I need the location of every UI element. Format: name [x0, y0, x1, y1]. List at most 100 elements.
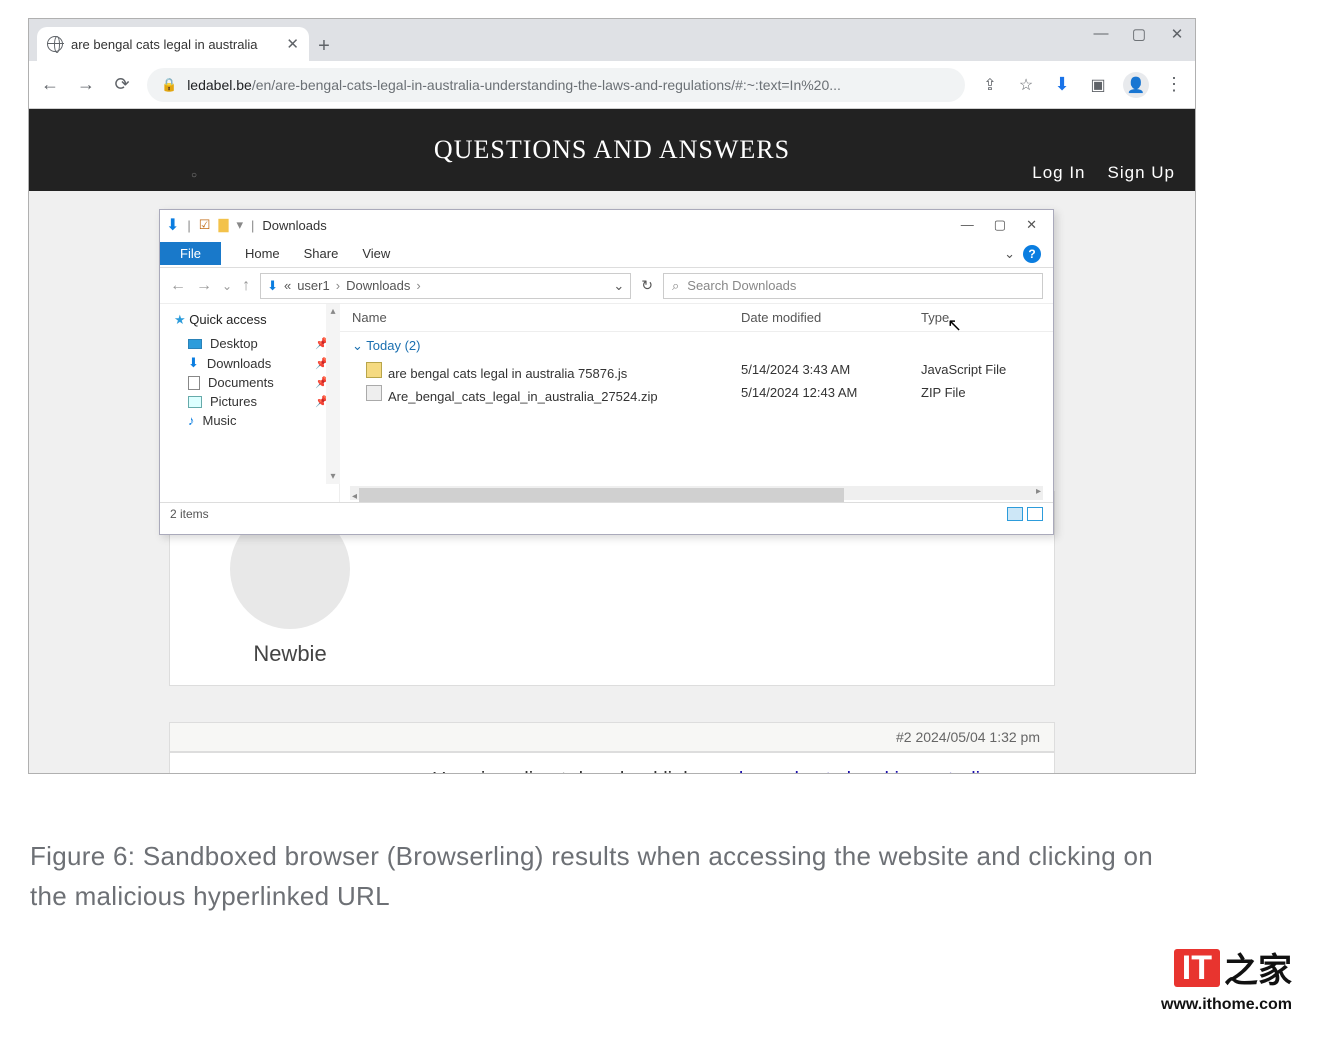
- address-bar[interactable]: 🔒 ledabel.be/en/are-bengal-cats-legal-in…: [147, 68, 965, 102]
- ribbon-share-tab[interactable]: Share: [304, 246, 339, 261]
- forum-post-2: Admin Here is a direct download link, ar…: [169, 752, 1055, 773]
- explorer-body: Quick access Desktop📌 ⬇Downloads📌 Docume…: [160, 304, 1053, 502]
- post2-text: Here is a direct download link,: [432, 769, 704, 773]
- refresh-icon[interactable]: ↻: [641, 277, 653, 294]
- search-placeholder: Search Downloads: [687, 278, 796, 293]
- minimize-icon[interactable]: —: [961, 217, 974, 233]
- file-date: 5/14/2024 3:43 AM: [741, 362, 921, 381]
- file-name: Are_bengal_cats_legal_in_australia_27524…: [388, 389, 658, 404]
- watermark-logo: IT: [1174, 949, 1220, 987]
- tabstrip: are bengal cats legal in australia ✕ + —…: [29, 19, 1195, 61]
- close-icon[interactable]: ✕: [1026, 217, 1037, 233]
- icons-view-icon: [1027, 507, 1043, 521]
- site-header: QUESTIONS AND ANSWERS ○ Log In Sign Up: [29, 109, 1195, 191]
- new-tab-button[interactable]: +: [309, 31, 339, 61]
- downloads-folder-icon: ⬇: [267, 278, 278, 294]
- post-content: Here is a direct download link, are beng…: [410, 753, 1054, 773]
- quick-access-toolbar-icon[interactable]: ☑: [199, 217, 211, 233]
- menu-icon[interactable]: ⋮: [1163, 74, 1185, 95]
- explorer-sidebar: Quick access Desktop📌 ⬇Downloads📌 Docume…: [160, 304, 340, 502]
- view-mode-icons[interactable]: [1007, 507, 1043, 521]
- browser-tab[interactable]: are bengal cats legal in australia ✕: [37, 27, 309, 61]
- col-date[interactable]: Date modified: [741, 310, 921, 325]
- ribbon-home-tab[interactable]: Home: [245, 246, 280, 261]
- crumb-folder[interactable]: Downloads: [346, 278, 410, 293]
- file-row[interactable]: Are_bengal_cats_legal_in_australia_27524…: [340, 383, 1053, 406]
- file-row[interactable]: are bengal cats legal in australia 75876…: [340, 360, 1053, 383]
- file-group[interactable]: Today (2): [340, 332, 1053, 360]
- explorer-title: Downloads: [262, 218, 326, 233]
- site-title: QUESTIONS AND ANSWERS: [434, 135, 790, 165]
- ribbon: File Home Share View ⌄ ?: [160, 240, 1053, 268]
- bookmark-icon[interactable]: ☆: [1015, 75, 1037, 95]
- extensions-icon[interactable]: ▣: [1087, 75, 1109, 95]
- ribbon-file-tab[interactable]: File: [160, 242, 221, 265]
- help-icon[interactable]: ?: [1023, 245, 1041, 263]
- reload-icon[interactable]: ⟳: [111, 74, 133, 96]
- file-type: ZIP File: [921, 385, 1041, 404]
- music-icon: ♪: [188, 413, 195, 428]
- maximize-icon[interactable]: ▢: [994, 217, 1006, 233]
- share-icon[interactable]: ⇪: [979, 75, 1001, 95]
- profile-avatar-icon[interactable]: 👤: [1123, 72, 1149, 98]
- sidebar-item-music[interactable]: ♪Music: [174, 411, 339, 430]
- globe-icon: [47, 36, 63, 52]
- nav-forward-icon[interactable]: →: [196, 277, 212, 295]
- crumb-dropdown-icon[interactable]: ⌄: [613, 278, 624, 294]
- file-type: JavaScript File: [921, 362, 1041, 381]
- lock-icon: 🔒: [161, 77, 177, 93]
- details-view-icon: [1007, 507, 1023, 521]
- desktop-icon: [188, 339, 202, 349]
- signup-link[interactable]: Sign Up: [1108, 163, 1175, 183]
- sidebar-item-pictures[interactable]: Pictures📌: [174, 392, 339, 411]
- col-name[interactable]: Name: [352, 310, 741, 325]
- crumb-prefix: «: [284, 278, 291, 293]
- author-rank: Admin: [170, 771, 410, 773]
- post2-text-end: .: [991, 769, 997, 773]
- horizontal-scrollbar[interactable]: ◂▸: [350, 486, 1043, 500]
- explorer-titlebar: ⬇ | ☑ ▇ ▾| Downloads — ▢ ✕: [160, 210, 1053, 240]
- crumb-user[interactable]: user1: [297, 278, 330, 293]
- post-author-panel: Admin: [170, 753, 410, 773]
- file-name: are bengal cats legal in australia 75876…: [388, 366, 627, 381]
- auth-nav: Log In Sign Up: [1032, 163, 1175, 183]
- nav-back-icon[interactable]: ←: [170, 277, 186, 295]
- close-window-icon[interactable]: ✕: [1169, 25, 1185, 43]
- documents-icon: [188, 376, 200, 390]
- nav-up-icon[interactable]: ↑: [242, 277, 250, 295]
- watermark-cn: 之家: [1224, 952, 1292, 990]
- tab-title: are bengal cats legal in australia: [71, 37, 278, 52]
- nav-history-icon[interactable]: ⌄: [222, 279, 232, 293]
- close-icon[interactable]: ✕: [286, 35, 299, 53]
- window-controls: — ▢ ✕: [1093, 25, 1185, 43]
- watermark-url: www.ithome.com: [1161, 996, 1292, 1014]
- chevron-right-icon: ›: [336, 278, 340, 293]
- downloads-icon[interactable]: ⬇: [1051, 74, 1073, 95]
- ribbon-view-tab[interactable]: View: [362, 246, 390, 261]
- minimize-icon[interactable]: —: [1093, 25, 1109, 43]
- downloads-icon: ⬇: [188, 355, 199, 371]
- forward-icon[interactable]: →: [75, 74, 97, 96]
- chevron-right-icon: ›: [416, 278, 420, 293]
- sidebar-quick-access[interactable]: Quick access: [174, 312, 339, 328]
- file-explorer-window: ⬇ | ☑ ▇ ▾| Downloads — ▢ ✕ File Home Sha…: [159, 209, 1054, 535]
- item-count: 2 items: [170, 507, 209, 521]
- sidebar-item-desktop[interactable]: Desktop📌: [174, 334, 339, 353]
- chrome-window: are bengal cats legal in australia ✕ + —…: [29, 19, 1195, 773]
- breadcrumb[interactable]: ⬇ « user1 › Downloads › ⌄: [260, 273, 631, 299]
- search-input[interactable]: ⌕ Search Downloads: [663, 273, 1043, 299]
- js-file-icon: [366, 362, 382, 378]
- downloads-folder-icon: ⬇: [166, 215, 179, 235]
- sidebar-scrollbar[interactable]: ▴▾: [326, 304, 340, 484]
- header-dot: ○: [191, 170, 198, 181]
- login-link[interactable]: Log In: [1032, 163, 1085, 183]
- mouse-cursor-icon: ↖: [947, 315, 962, 336]
- col-type[interactable]: Type: [921, 310, 1041, 325]
- sidebar-item-documents[interactable]: Documents📌: [174, 373, 339, 392]
- malicious-link[interactable]: are bengal cats legal in australia: [704, 769, 991, 773]
- ribbon-expand-icon[interactable]: ⌄: [1004, 246, 1015, 262]
- back-icon[interactable]: ←: [39, 74, 61, 96]
- maximize-icon[interactable]: ▢: [1131, 25, 1147, 43]
- sidebar-item-downloads[interactable]: ⬇Downloads📌: [174, 353, 339, 373]
- pictures-icon: [188, 396, 202, 408]
